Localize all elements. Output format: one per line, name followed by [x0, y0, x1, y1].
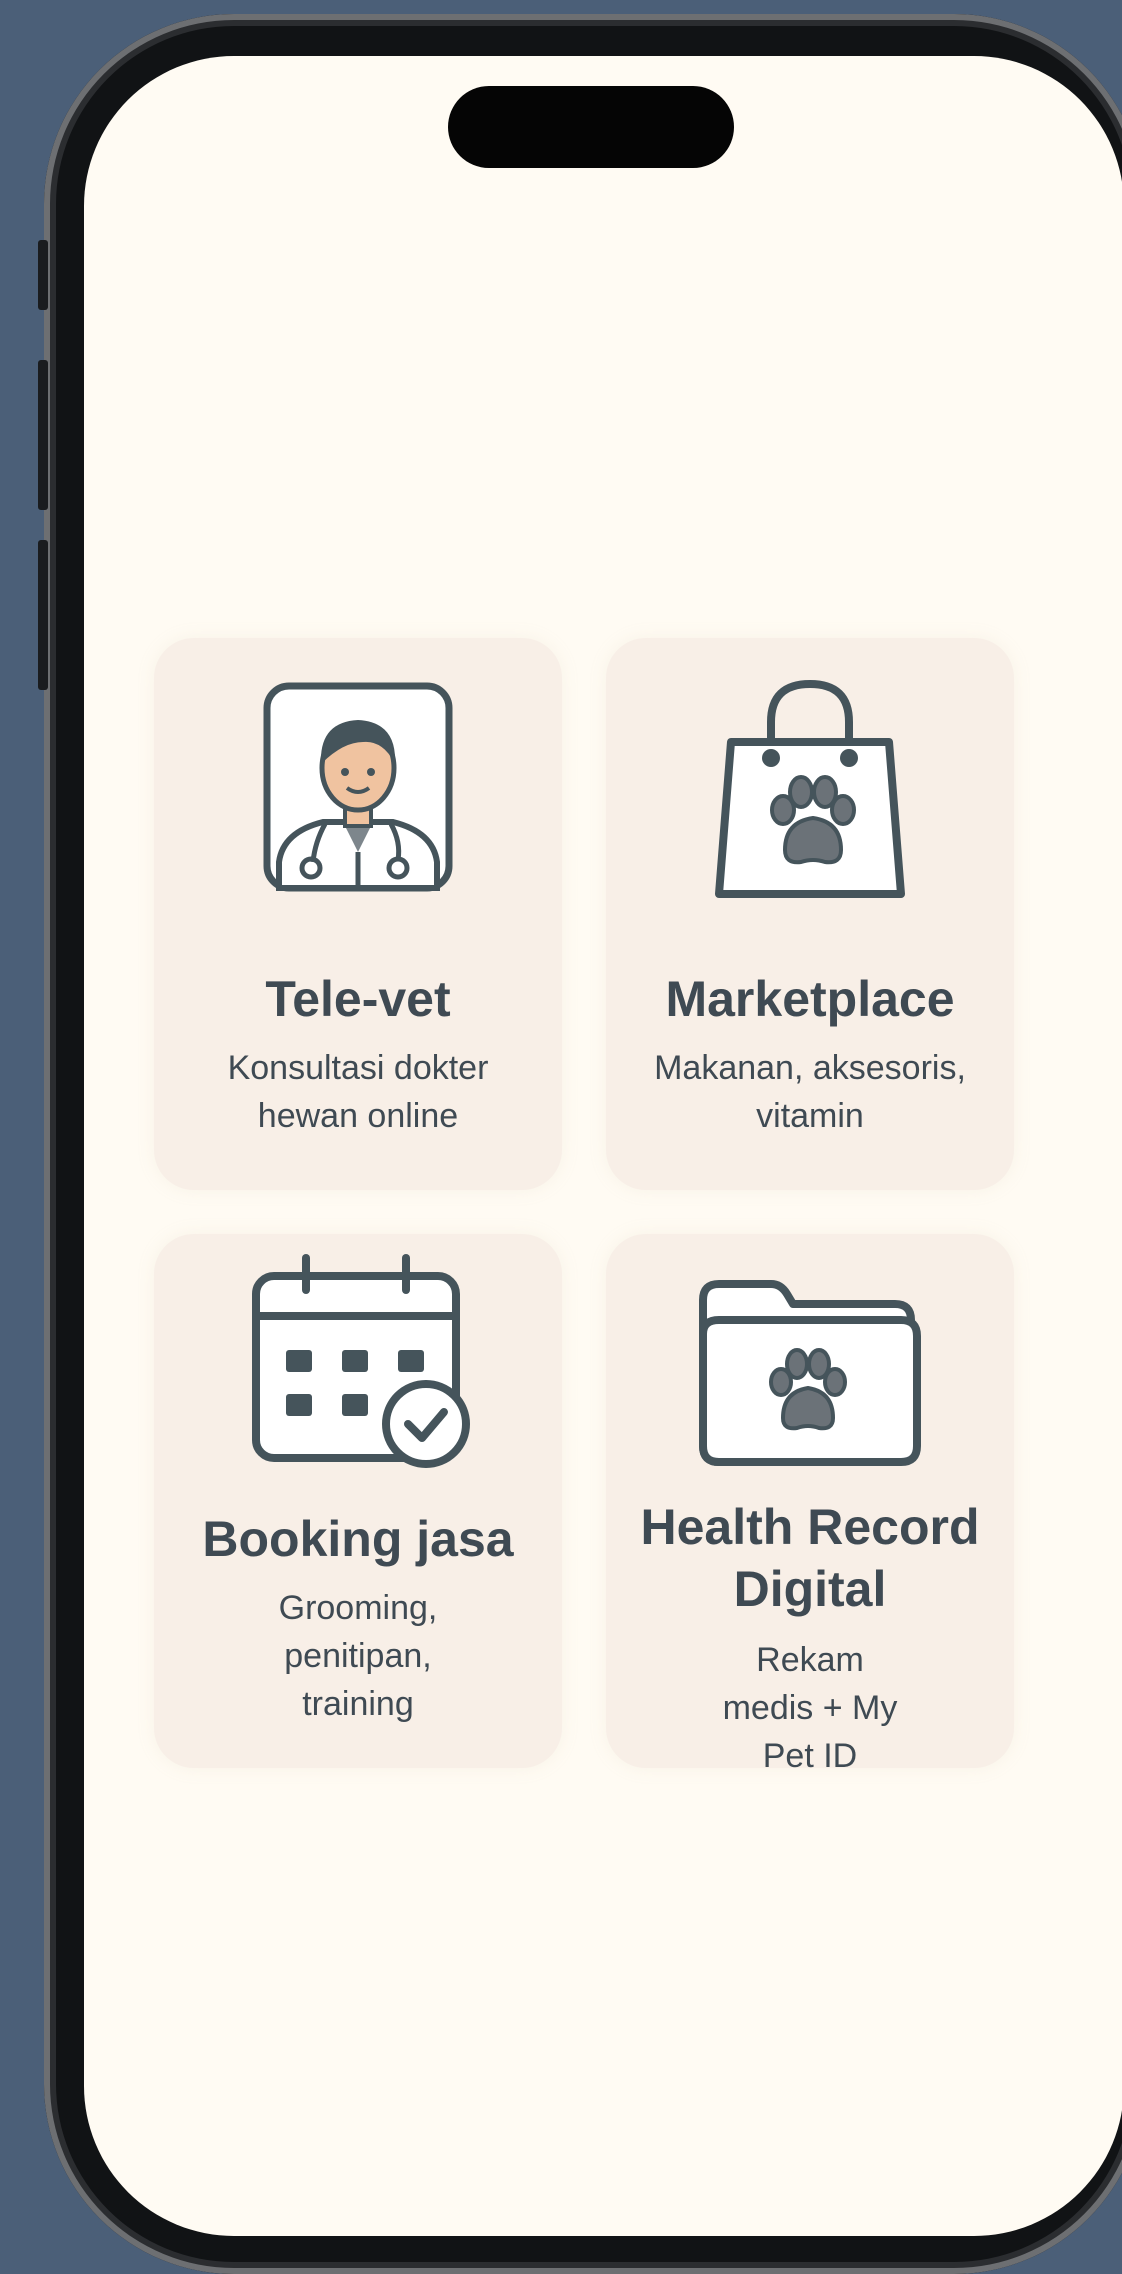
phone-side-button-volume-down	[38, 540, 48, 690]
feature-description: Konsultasi dokter hewan online	[227, 1049, 489, 1135]
feature-description: Makanan, aksesoris, vitamin	[654, 1049, 966, 1135]
folder-paw-icon	[699, 1280, 921, 1466]
feature-card-marketplace[interactable]: Marketplace Makanan, aksesoris, vitamin	[606, 638, 1014, 1190]
feature-grid: Tele-vet Konsultasi dokter hewan online …	[154, 638, 1014, 1775]
doctor-icon	[263, 682, 453, 892]
feature-card-booking[interactable]: Booking jasa Grooming, penitipan, traini…	[154, 1234, 562, 1768]
feature-title: Health Record Digital	[640, 1499, 980, 1617]
calendar-check-icon	[252, 1254, 470, 1468]
phone-side-button-silent	[38, 240, 48, 310]
phone-side-button-volume-up	[38, 360, 48, 510]
shopping-bag-paw-icon	[715, 679, 905, 898]
dynamic-island	[448, 86, 734, 168]
feature-description: Rekam medis + My Pet ID	[722, 1641, 898, 1775]
feature-description: Grooming, penitipan, training	[278, 1589, 438, 1723]
feature-card-televet[interactable]: Tele-vet Konsultasi dokter hewan online	[154, 638, 562, 1190]
feature-title: Marketplace	[665, 971, 955, 1027]
feature-title: Booking jasa	[202, 1511, 514, 1567]
feature-card-health-record[interactable]: Health Record Digital Rekam medis + My P…	[606, 1234, 1014, 1775]
feature-title: Tele-vet	[265, 971, 451, 1027]
